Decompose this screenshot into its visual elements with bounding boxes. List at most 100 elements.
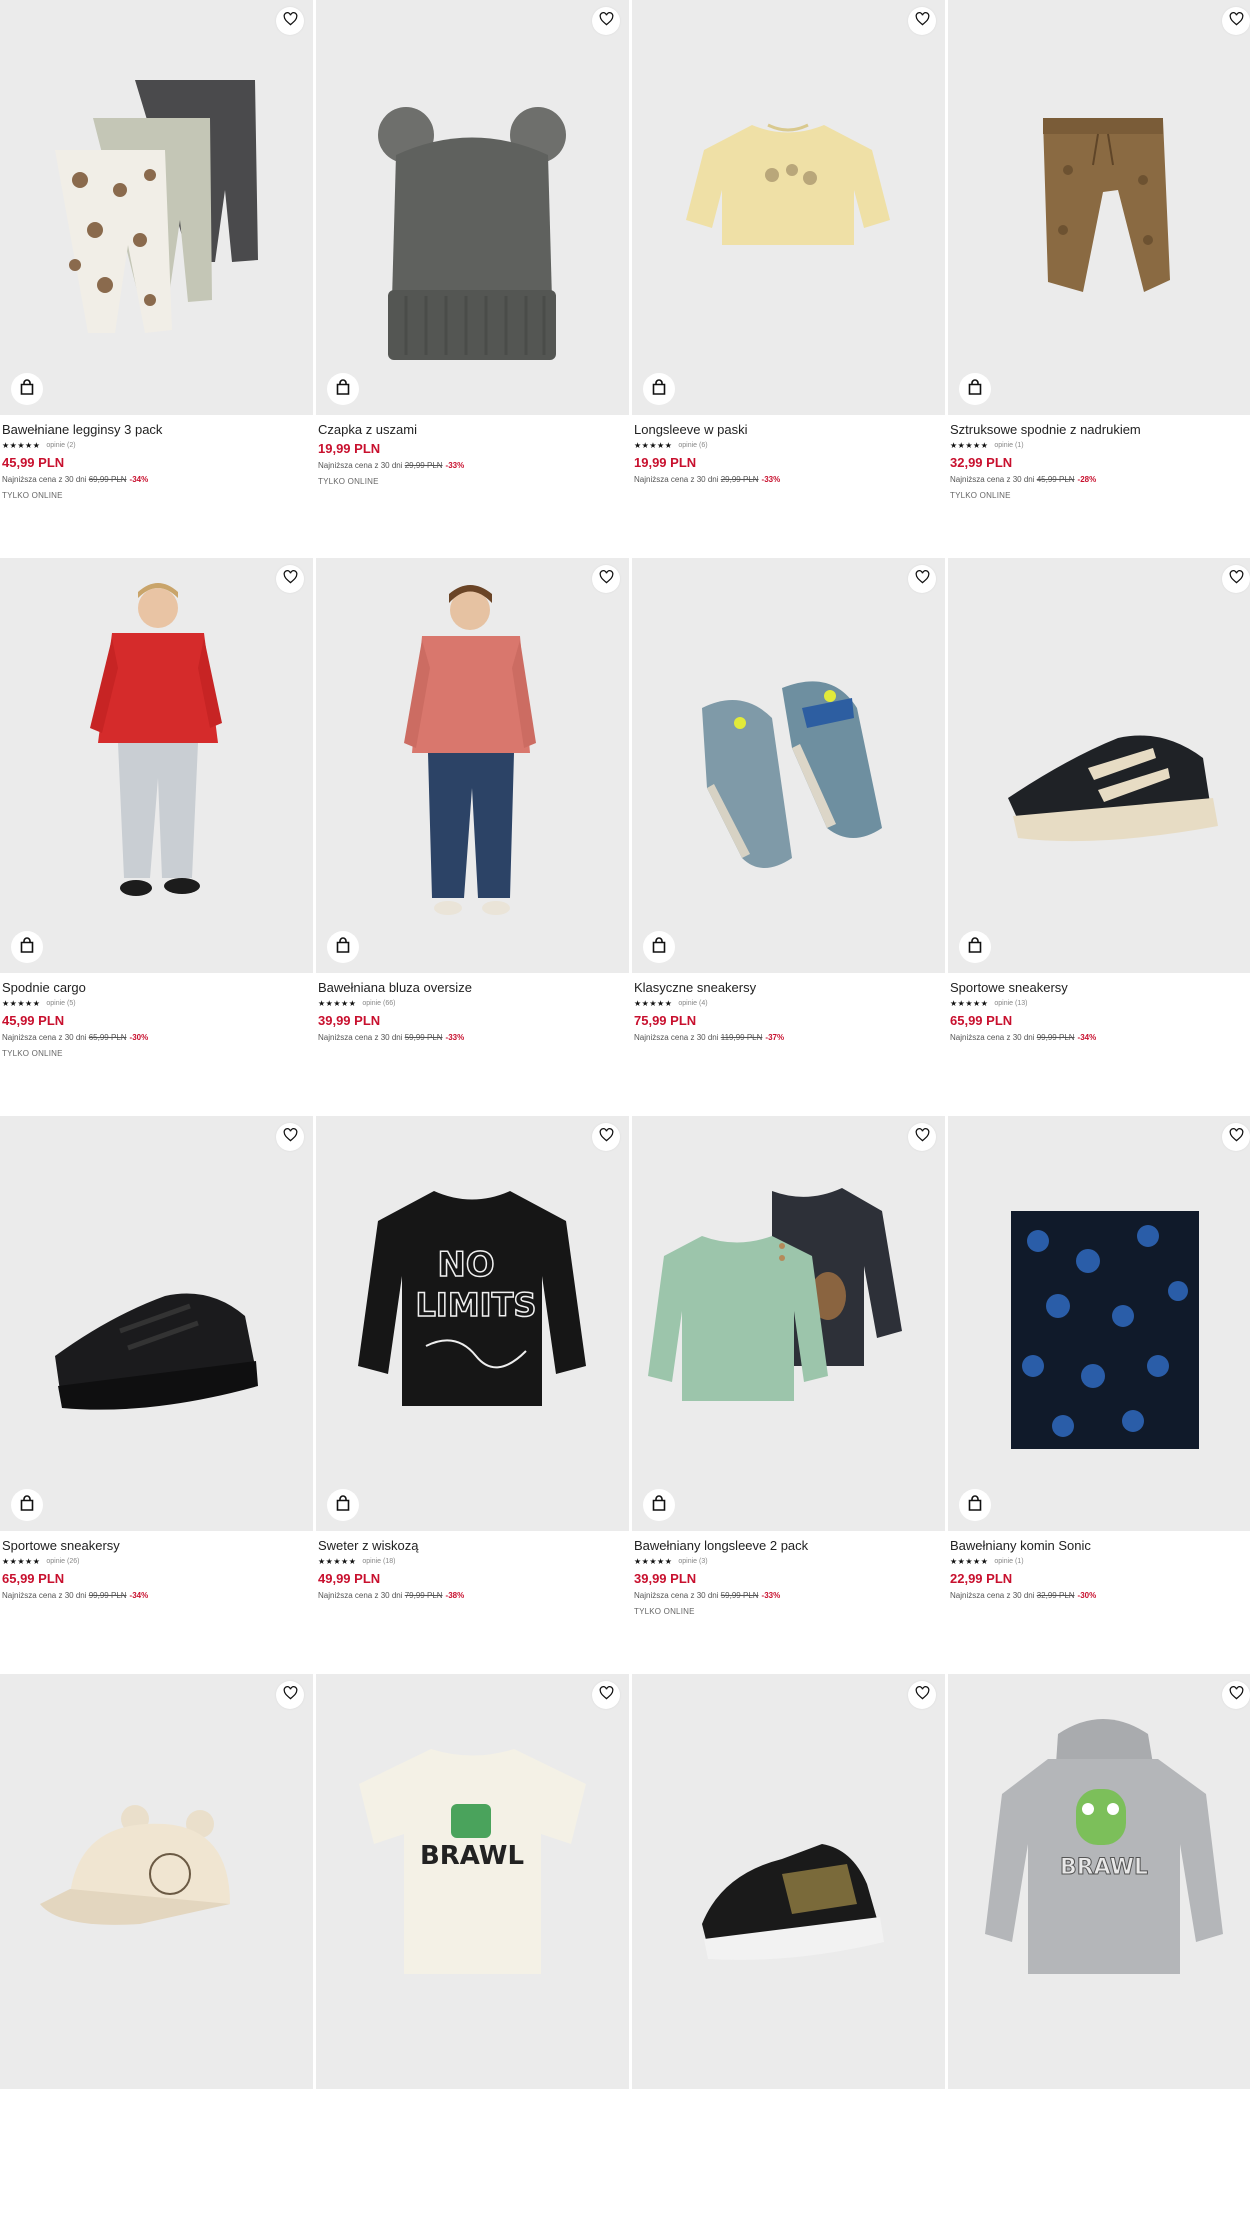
add-to-cart-button[interactable] — [643, 373, 675, 405]
online-only-badge: TYLKO ONLINE — [318, 477, 379, 486]
product-card[interactable] — [632, 1674, 945, 2232]
add-to-wishlist-button[interactable] — [1222, 565, 1250, 593]
old-price: 59,99 PLN — [720, 1591, 759, 1600]
old-price: 119,99 PLN — [720, 1033, 763, 1042]
discount-badge: -33% — [445, 461, 465, 470]
product-name[interactable]: Longsleeve w paski — [634, 422, 943, 438]
lowest-price-label: Najniższa cena z 30 dni — [634, 1591, 719, 1600]
product-image[interactable] — [632, 0, 945, 415]
add-to-cart-button[interactable] — [11, 1489, 43, 1521]
add-to-wishlist-button[interactable] — [276, 1123, 304, 1151]
shopping-bag-icon — [968, 1494, 982, 1516]
product-info: Sweter z wiskozą ★★★★★ opinie (18) 49,99 … — [316, 1531, 629, 1602]
add-to-wishlist-button[interactable] — [592, 1123, 620, 1151]
product-name[interactable]: Bawełniany komin Sonic — [950, 1538, 1250, 1554]
add-to-cart-button[interactable] — [327, 1489, 359, 1521]
add-to-wishlist-button[interactable] — [908, 1681, 936, 1709]
product-name[interactable]: Spodnie cargo — [2, 980, 311, 996]
product-card[interactable]: Bawełniany komin Sonic ★★★★★ opinie (1) 2… — [948, 1116, 1250, 1674]
product-image[interactable] — [0, 0, 313, 415]
product-rating: ★★★★★ opinie (3) — [634, 1555, 943, 1568]
review-count: opinie (3) — [678, 1558, 708, 1565]
product-name[interactable]: Sportowe sneakersy — [2, 1538, 311, 1554]
high-top-sneaker-illustration — [702, 1844, 884, 1960]
review-count: opinie (18) — [362, 1558, 396, 1565]
add-to-wishlist-button[interactable] — [592, 1681, 620, 1709]
product-card[interactable]: Czapka z uszami 19,99 PLN Najniższa cena… — [316, 0, 629, 558]
product-info: Bawełniany longsleeve 2 pack ★★★★★ opinie… — [632, 1531, 945, 1616]
product-price: 65,99 PLN — [950, 1013, 1013, 1028]
product-card[interactable]: Sportowe sneakersy ★★★★★ opinie (13) 65,9… — [948, 558, 1250, 1116]
product-name[interactable]: Bawełniana bluza oversize — [318, 980, 627, 996]
product-name[interactable]: Sweter z wiskozą — [318, 1538, 627, 1554]
lowest-price-info: Najniższa cena z 30 dni 59,99 PLN -33% — [318, 1032, 627, 1044]
product-name[interactable]: Sztruksowe spodnie z nadrukiem — [950, 422, 1250, 438]
product-card[interactable]: Bawełniana bluza oversize ★★★★★ opinie (6… — [316, 558, 629, 1116]
product-image[interactable] — [0, 1674, 313, 2089]
add-to-wishlist-button[interactable] — [1222, 1123, 1250, 1151]
heart-icon — [1229, 1127, 1244, 1147]
add-to-wishlist-button[interactable] — [592, 7, 620, 35]
product-image[interactable] — [316, 558, 629, 973]
add-to-cart-button[interactable] — [11, 931, 43, 963]
add-to-cart-button[interactable] — [643, 1489, 675, 1521]
product-image[interactable]: BRAWL — [948, 1674, 1250, 2089]
product-card[interactable] — [0, 1674, 313, 2232]
product-name[interactable]: Bawełniany longsleeve 2 pack — [634, 1538, 943, 1554]
product-image[interactable] — [0, 1116, 313, 1531]
heart-icon — [915, 569, 930, 589]
product-card[interactable]: Bawełniane legginsy 3 pack ★★★★★ opinie (… — [0, 0, 313, 558]
add-to-cart-button[interactable] — [327, 373, 359, 405]
heart-icon — [1229, 1685, 1244, 1705]
product-name[interactable]: Bawełniane legginsy 3 pack — [2, 422, 311, 438]
product-card[interactable]: Bawełniany longsleeve 2 pack ★★★★★ opinie… — [632, 1116, 945, 1674]
product-image[interactable] — [948, 1116, 1250, 1531]
add-to-wishlist-button[interactable] — [908, 565, 936, 593]
old-price: 59,99 PLN — [404, 1033, 443, 1042]
shopping-bag-icon — [20, 1494, 34, 1516]
add-to-wishlist-button[interactable] — [276, 565, 304, 593]
product-name[interactable]: Sportowe sneakersy — [950, 980, 1250, 996]
product-card[interactable]: BRAWL — [948, 1674, 1250, 2232]
shopping-bag-icon — [652, 936, 666, 958]
add-to-cart-button[interactable] — [959, 1489, 991, 1521]
product-image[interactable]: BRAWL — [316, 1674, 629, 2089]
lowest-price-label: Najniższa cena z 30 dni — [318, 461, 403, 470]
product-card[interactable]: Sztruksowe spodnie z nadrukiem ★★★★★ opin… — [948, 0, 1250, 558]
lowest-price-label: Najniższa cena z 30 dni — [950, 1033, 1035, 1042]
shopping-bag-icon — [336, 378, 350, 400]
add-to-wishlist-button[interactable] — [1222, 7, 1250, 35]
add-to-wishlist-button[interactable] — [276, 1681, 304, 1709]
product-card[interactable]: Spodnie cargo ★★★★★ opinie (5) 45,99 PLN … — [0, 558, 313, 1116]
brawl-hoodie-illustration: BRAWL — [985, 1719, 1223, 1974]
add-to-wishlist-button[interactable] — [1222, 1681, 1250, 1709]
product-card[interactable]: Longsleeve w paski ★★★★★ opinie (6) 19,99… — [632, 0, 945, 558]
product-name[interactable]: Czapka z uszami — [318, 422, 627, 438]
product-image[interactable] — [632, 1116, 945, 1531]
add-to-wishlist-button[interactable] — [908, 7, 936, 35]
add-to-cart-button[interactable] — [959, 373, 991, 405]
product-image[interactable] — [0, 558, 313, 973]
old-price: 69,99 PLN — [88, 475, 127, 484]
product-image[interactable]: NO LIMITS — [316, 1116, 629, 1531]
add-to-wishlist-button[interactable] — [276, 7, 304, 35]
product-card[interactable]: NO LIMITS Sweter z wiskozą ★★★★★ opinie (… — [316, 1116, 629, 1674]
add-to-cart-button[interactable] — [959, 931, 991, 963]
add-to-cart-button[interactable] — [327, 931, 359, 963]
product-name[interactable]: Klasyczne sneakersy — [634, 980, 943, 996]
product-image[interactable] — [632, 558, 945, 973]
add-to-wishlist-button[interactable] — [592, 565, 620, 593]
product-image[interactable] — [316, 0, 629, 415]
product-image[interactable] — [632, 1674, 945, 2089]
add-to-cart-button[interactable] — [11, 373, 43, 405]
product-card[interactable]: Sportowe sneakersy ★★★★★ opinie (26) 65,9… — [0, 1116, 313, 1674]
product-card[interactable]: BRAWL — [316, 1674, 629, 2232]
product-image[interactable] — [948, 0, 1250, 415]
product-image[interactable] — [948, 558, 1250, 973]
review-count: opinie (26) — [46, 1558, 80, 1565]
lowest-price-info: Najniższa cena z 30 dni 59,99 PLN -33% — [634, 1590, 943, 1602]
product-card[interactable]: Klasyczne sneakersy ★★★★★ opinie (4) 75,9… — [632, 558, 945, 1116]
add-to-cart-button[interactable] — [643, 931, 675, 963]
add-to-wishlist-button[interactable] — [908, 1123, 936, 1151]
lowest-price-info: Najniższa cena z 30 dni 29,99 PLN -33% — [318, 460, 627, 472]
